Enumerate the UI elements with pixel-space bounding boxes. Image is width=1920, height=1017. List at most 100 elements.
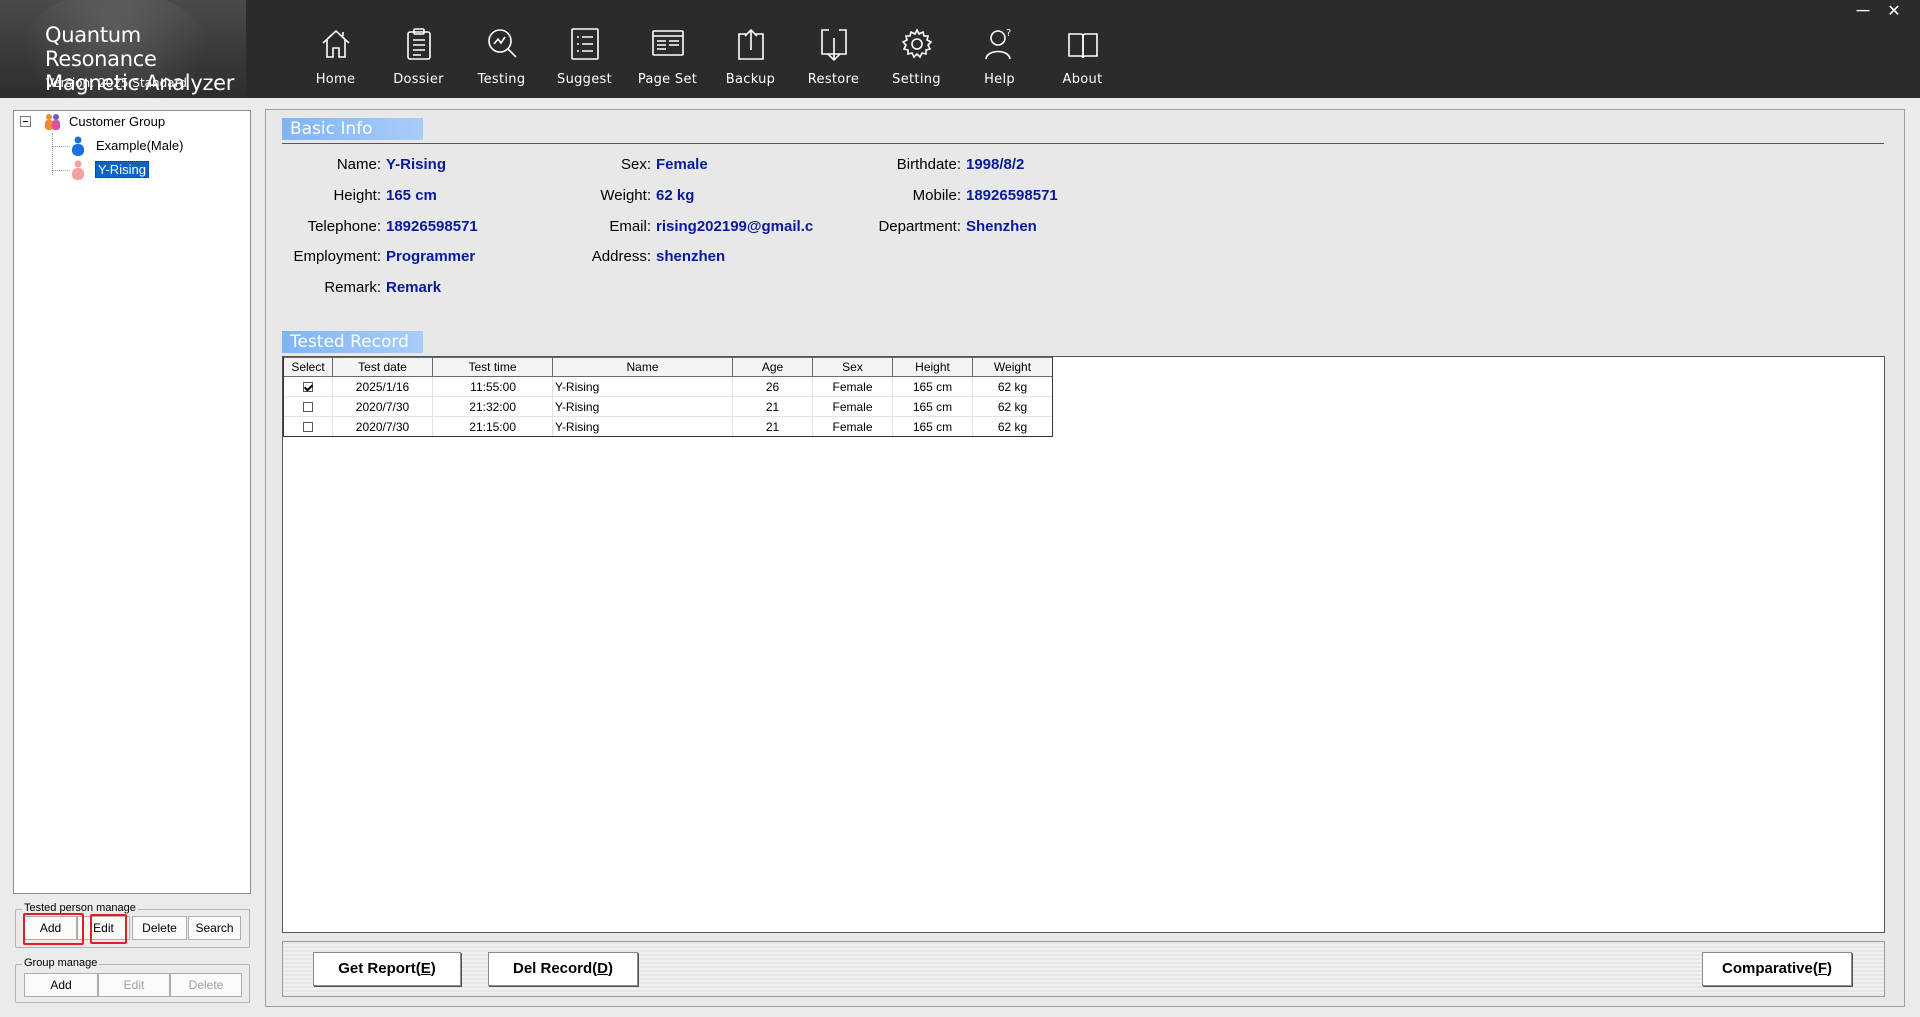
app-title-line1: Quantum Resonance <box>45 23 157 71</box>
column-header-test-date[interactable]: Test date <box>332 357 433 377</box>
del-record-hotkey: D <box>597 960 609 977</box>
nav-label: Setting <box>892 72 941 87</box>
nav-restore[interactable]: Restore <box>792 0 875 98</box>
tree-connector <box>52 133 53 175</box>
tree-root-customer-group[interactable]: Customer Group <box>69 112 165 132</box>
svg-text:?: ? <box>1006 28 1011 39</box>
address-label: Address: <box>591 248 651 265</box>
nav-home[interactable]: Home <box>294 0 377 98</box>
nav-label: Home <box>315 72 356 87</box>
column-header-age[interactable]: Age <box>732 357 813 377</box>
help-person-icon: ? <box>985 28 1011 60</box>
main-panel: Basic Info Name: Y-Rising Height: 165 cm… <box>265 109 1905 1007</box>
tree-collapse-toggle[interactable] <box>20 116 31 127</box>
magnifier-icon <box>488 29 517 58</box>
delete-group-button: Delete <box>170 973 242 997</box>
name-cell: Y-Rising <box>552 416 733 437</box>
height-cell: 165 cm <box>892 416 973 437</box>
nav-label: About <box>1062 72 1103 87</box>
row-checkbox[interactable] <box>303 422 313 433</box>
minimize-button[interactable]: ─ <box>1852 1 1874 22</box>
remark-label: Remark: <box>324 279 381 296</box>
row-checkbox[interactable] <box>303 382 313 393</box>
book-icon <box>1068 33 1098 59</box>
close-paren: ) <box>608 960 614 977</box>
del-record-button[interactable]: Del Record(D) <box>488 952 638 986</box>
add-group-button[interactable]: Add <box>24 973 98 997</box>
birthdate-value: 1998/8/2 <box>966 156 1025 173</box>
edit-group-button: Edit <box>98 973 170 997</box>
name-label: Name: <box>336 156 381 173</box>
section-divider <box>282 143 1884 144</box>
search-person-button[interactable]: Search <box>188 916 241 940</box>
tested-record-grid[interactable]: Select Test date Test time Name Age Sex … <box>282 356 1885 933</box>
test-date-cell: 2020/7/30 <box>332 416 433 437</box>
select-cell[interactable] <box>283 396 333 417</box>
weight-value: 62 kg <box>656 187 695 204</box>
highlight-frame <box>23 913 84 945</box>
select-cell[interactable] <box>283 376 333 397</box>
nav-testing[interactable]: Testing <box>460 0 543 98</box>
weight-cell: 62 kg <box>972 376 1053 397</box>
list-icon <box>571 28 599 60</box>
nav-label: Testing <box>477 72 526 87</box>
close-button[interactable]: ✕ <box>1882 2 1906 22</box>
name-cell: Y-Rising <box>552 396 733 417</box>
get-report-label: Get Report( <box>338 960 421 977</box>
nav-label: Help <box>984 72 1015 87</box>
customer-tree[interactable]: Customer Group Example(Male) Y-Rising <box>13 110 251 894</box>
test-date-cell: 2025/1/16 <box>332 376 433 397</box>
height-cell: 165 cm <box>892 376 973 397</box>
column-header-weight[interactable]: Weight <box>972 357 1053 377</box>
employment-label: Employment: <box>293 248 381 265</box>
email-label: Email: <box>609 218 651 235</box>
nav-about[interactable]: About <box>1041 0 1124 98</box>
table-row[interactable]: 2020/7/30 21:15:00 Y-Rising 21 Female 16… <box>283 416 1053 437</box>
home-icon <box>322 29 350 58</box>
app-logo: Quantum Resonance Magnetic Analyzer Vers… <box>0 0 246 98</box>
gear-icon <box>901 28 933 59</box>
email-value: rising202199@gmail.c <box>656 218 814 235</box>
tree-item-example-male[interactable]: Example(Male) <box>96 136 183 156</box>
column-header-height[interactable]: Height <box>892 357 973 377</box>
nav-setting[interactable]: Setting <box>875 0 958 98</box>
tree-connector <box>52 146 68 147</box>
test-date-cell: 2020/7/30 <box>332 396 433 417</box>
comparative-button[interactable]: Comparative(F) <box>1702 952 1852 986</box>
column-header-sex[interactable]: Sex <box>812 357 893 377</box>
age-cell: 26 <box>732 376 813 397</box>
test-time-cell: 11:55:00 <box>432 376 553 397</box>
female-person-icon <box>72 160 84 180</box>
group-title: Group manage <box>22 957 100 969</box>
sex-cell: Female <box>812 396 893 417</box>
height-cell: 165 cm <box>892 396 973 417</box>
group-manage-group: Group manage Add Edit Delete <box>15 957 250 1003</box>
name-cell: Y-Rising <box>552 376 733 397</box>
app-version: Version: 2025 Standard <box>46 76 187 90</box>
height-label: Height: <box>333 187 381 204</box>
test-time-cell: 21:15:00 <box>432 416 553 437</box>
close-paren: ) <box>430 960 436 977</box>
column-header-test-time[interactable]: Test time <box>432 357 553 377</box>
get-report-button[interactable]: Get Report(E) <box>313 952 461 986</box>
table-row[interactable]: 2025/1/16 11:55:00 Y-Rising 26 Female 16… <box>283 376 1053 397</box>
column-header-select[interactable]: Select <box>283 357 333 377</box>
nav-page-set[interactable]: Page Set <box>626 0 709 98</box>
nav-suggest[interactable]: Suggest <box>543 0 626 98</box>
record-table-body: 2025/1/16 11:55:00 Y-Rising 26 Female 16… <box>283 376 1053 437</box>
table-row[interactable]: 2020/7/30 21:32:00 Y-Rising 21 Female 16… <box>283 396 1053 417</box>
nav-label: Backup <box>725 72 776 87</box>
remark-value: Remark <box>386 279 442 296</box>
table-header-row: Select Test date Test time Name Age Sex … <box>283 357 1053 377</box>
nav-dossier[interactable]: Dossier <box>377 0 460 98</box>
row-checkbox[interactable] <box>303 402 313 413</box>
download-icon <box>821 29 847 62</box>
telephone-label: Telephone: <box>307 218 381 235</box>
column-header-name[interactable]: Name <box>552 357 733 377</box>
tree-item-y-rising[interactable]: Y-Rising <box>95 160 149 180</box>
select-cell[interactable] <box>283 416 333 437</box>
nav-backup[interactable]: Backup <box>709 0 792 98</box>
tree-item-label-selected: Y-Rising <box>95 161 149 178</box>
delete-person-button[interactable]: Delete <box>132 916 187 940</box>
nav-help[interactable]: ? Help <box>958 0 1041 98</box>
